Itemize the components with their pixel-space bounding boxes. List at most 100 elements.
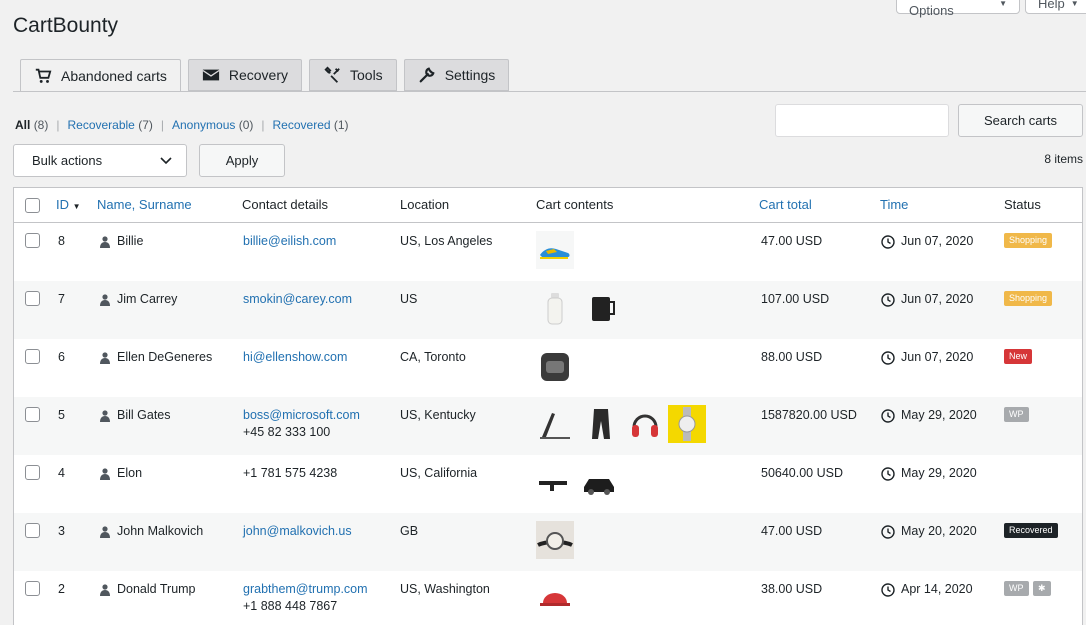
customer-email[interactable]: john@malkovich.us [243,523,352,540]
customer-name[interactable]: Donald Trump [100,581,196,598]
watch-thumbnail[interactable] [668,405,706,443]
search-carts-button[interactable]: Search carts [958,104,1083,137]
caret-down-icon: ▼ [1070,0,1079,8]
cart-id: 5 [58,408,65,422]
customer-email[interactable]: boss@microsoft.com [243,407,360,424]
flag-icon: ✱ [1033,581,1051,596]
caret-down-icon: ▼ [999,0,1007,8]
row-checkbox[interactable] [25,523,40,538]
headphones-thumbnail[interactable] [626,405,664,443]
filter-separator: | [56,118,60,132]
customer-email[interactable]: billie@eilish.com [243,233,336,250]
cart-total: 47.00 USD [761,524,823,538]
person-icon [100,409,110,422]
table-row: 4 Elon +1 781 575 4238 US, California 50… [14,455,1082,513]
tab-settings[interactable]: Settings [403,59,510,91]
row-checkbox[interactable] [25,349,40,364]
column-id[interactable]: ID ▼ [56,197,81,212]
cart-total: 50640.00 USD [761,466,844,480]
cart-total: 47.00 USD [761,234,823,248]
table-row: 6 Ellen DeGeneres hi@ellenshow.com CA, T… [14,339,1082,397]
cart-total: 38.00 USD [761,582,823,596]
pants-thumbnail[interactable] [582,405,620,443]
wristwatch-thumbnail[interactable] [536,521,574,559]
apply-button[interactable]: Apply [199,144,285,177]
help-label: Help [1038,0,1065,11]
status-filters: All (8) | Recoverable (7) | Anonymous (0… [15,118,349,132]
clock-icon [881,408,895,423]
wrench-icon [419,67,435,83]
cart-id: 7 [58,292,65,306]
column-contact: Contact details [242,197,328,212]
customer-location: US, California [400,466,478,480]
car-thumbnail[interactable] [580,463,618,501]
column-name[interactable]: Name, Surname [97,197,192,212]
person-icon [100,235,110,248]
clock-icon [881,524,895,539]
customer-name[interactable]: John Malkovich [100,523,203,540]
cart-id: 3 [58,524,65,538]
person-icon [100,467,110,480]
row-checkbox[interactable] [25,407,40,422]
help-button[interactable]: Help ▼ [1025,0,1086,14]
tab-abandoned-carts[interactable]: Abandoned carts [20,59,181,92]
screen-options-button[interactable]: Screen Options ▼ [896,0,1020,18]
select-all-checkbox[interactable] [25,198,40,213]
customer-location: GB [400,524,419,538]
customer-name[interactable]: Elon [100,465,142,482]
tab-label: Tools [350,67,383,83]
customer-contact: grabthem@trump.com +1 888 448 7867 [243,581,368,615]
table-row: 8 Billie billie@eilish.com US, Los Angel… [14,223,1082,281]
status-badge-recovered: Recovered [1004,523,1058,538]
filter-anonymous[interactable]: Anonymous (0) [172,118,253,132]
search-input[interactable] [775,104,949,137]
clock-icon [881,466,895,481]
row-checkbox[interactable] [25,233,40,248]
clock-icon [881,234,895,249]
carts-table: ID ▼ Name, Surname Contact details Locat… [13,187,1083,625]
bulk-actions-select[interactable]: Bulk actions [13,144,187,177]
column-location: Location [400,197,450,212]
tab-recovery[interactable]: Recovery [187,59,302,91]
flamethrower-thumbnail[interactable] [536,463,574,501]
cart-time: Jun 07, 2020 [881,233,973,250]
status-badge-wp: WP [1004,581,1029,596]
cart-time: Jun 07, 2020 [881,349,973,366]
customer-phone: +1 888 448 7867 [243,599,338,613]
column-cart-total[interactable]: Cart total [759,197,812,212]
filter-all[interactable]: All (8) [15,118,48,132]
cap-thumbnail[interactable] [536,579,574,617]
person-icon [100,583,110,596]
cart-time: May 29, 2020 [881,407,977,424]
sneaker-thumbnail[interactable] [536,231,574,269]
row-checkbox[interactable] [25,465,40,480]
row-checkbox[interactable] [25,581,40,596]
table-row: 2 Donald Trump grabthem@trump.com +1 888… [14,571,1082,625]
customer-name[interactable]: Bill Gates [100,407,171,424]
customer-name[interactable]: Billie [100,233,143,250]
cart-total: 1587820.00 USD [761,408,857,422]
table-row: 5 Bill Gates boss@microsoft.com +45 82 3… [14,397,1082,455]
table-header: ID ▼ Name, Surname Contact details Locat… [14,188,1082,223]
customer-email[interactable]: grabthem@trump.com [243,581,368,598]
cart-total: 88.00 USD [761,350,823,364]
bottle-thumbnail[interactable] [536,289,574,327]
tab-tools[interactable]: Tools [309,59,397,91]
column-time[interactable]: Time [880,197,908,212]
filter-recovered[interactable]: Recovered (1) [273,118,349,132]
row-checkbox[interactable] [25,291,40,306]
clock-icon [881,582,895,597]
customer-location: US [400,292,418,306]
customer-email[interactable]: hi@ellenshow.com [243,349,347,366]
filter-recoverable[interactable]: Recoverable (7) [67,118,152,132]
mug-thumbnail[interactable] [584,289,622,327]
cart-time: Apr 14, 2020 [881,581,973,598]
status-badge-wp: WP [1004,407,1029,422]
customer-name[interactable]: Ellen DeGeneres [100,349,212,366]
cart-id: 2 [58,582,65,596]
laptop-thumbnail[interactable] [536,405,574,443]
customer-name[interactable]: Jim Carrey [100,291,177,308]
customer-email[interactable]: smokin@carey.com [243,291,352,308]
camera-thumbnail[interactable] [536,347,574,385]
table-row: 3 John Malkovich john@malkovich.us GB 47… [14,513,1082,571]
